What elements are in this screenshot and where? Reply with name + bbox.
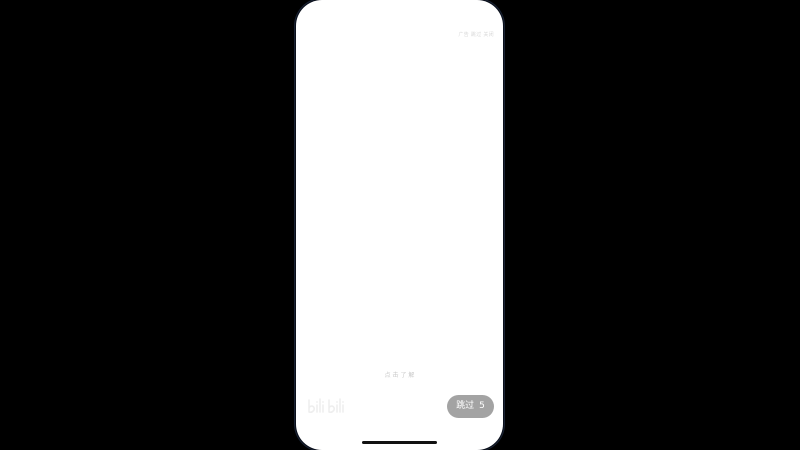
splash-ad-area[interactable] [296,0,503,450]
tap-hint: 点 击 了 解 [384,372,415,379]
bilibili-logo-icon [308,398,344,414]
skip-label: 跳过 [456,401,475,411]
skip-button[interactable]: 跳过 5 [447,395,494,418]
ad-label: 广告 跳过 关闭 [458,32,494,38]
skip-countdown: 5 [479,401,485,411]
home-indicator[interactable] [362,441,437,444]
phone-screen: 广告 跳过 关闭 点 击 了 解 跳过 5 [296,0,503,450]
screen-background: 广告 跳过 关闭 点 击 了 解 跳过 5 [0,0,800,450]
